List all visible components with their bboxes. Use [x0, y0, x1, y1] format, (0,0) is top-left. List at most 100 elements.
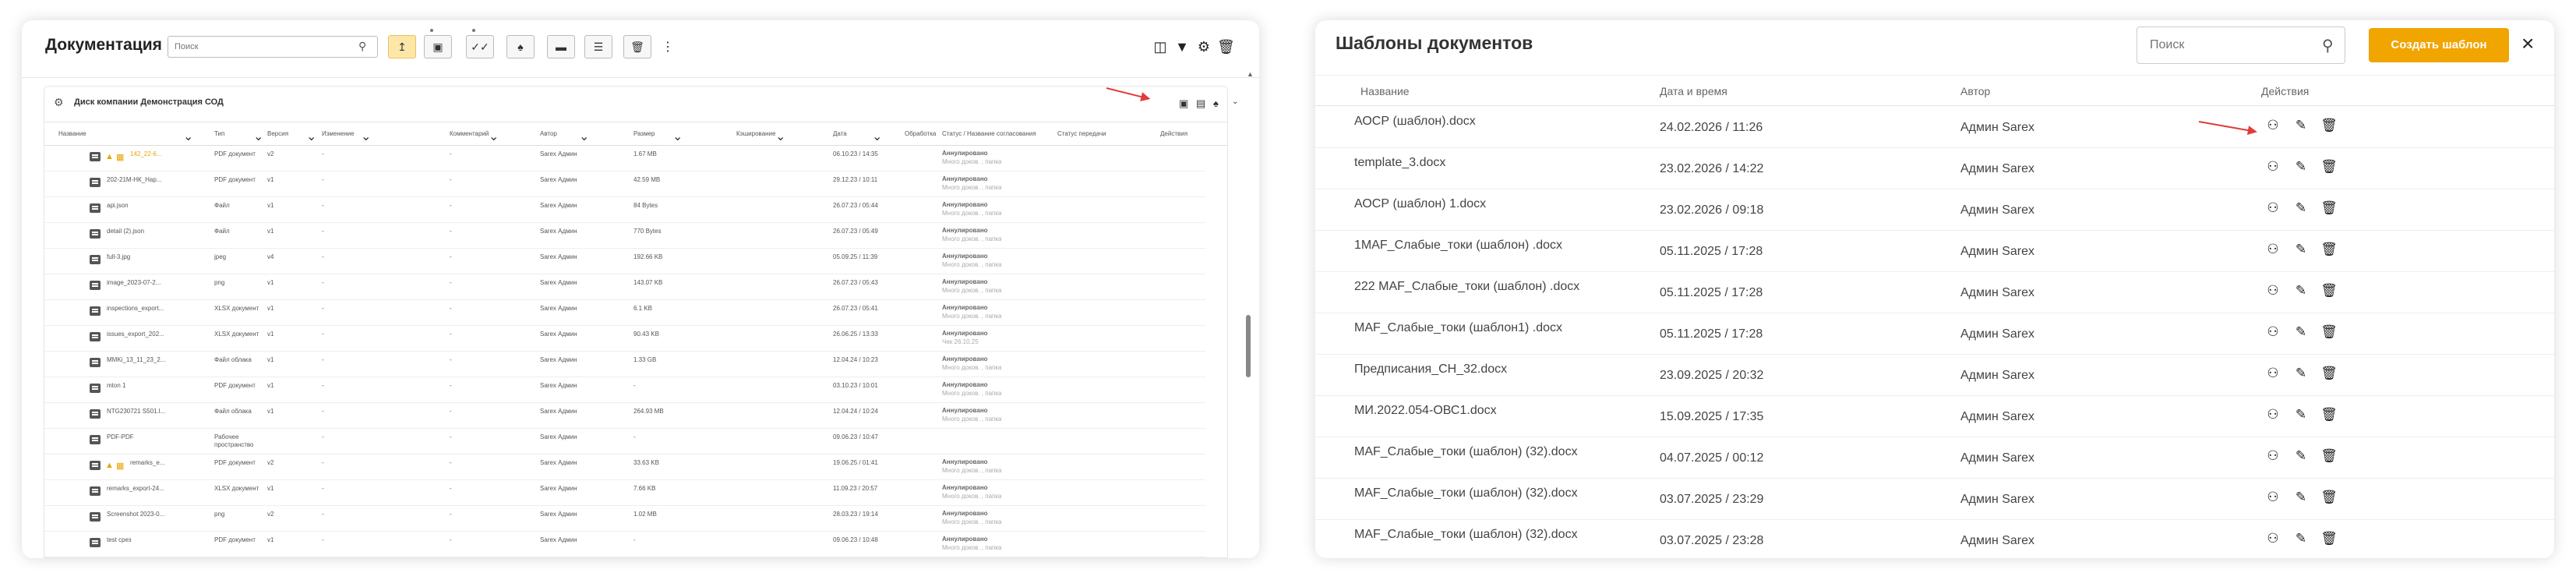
users-icon[interactable]: ♠ [1213, 97, 1219, 109]
panel-toggle-icon[interactable]: ◫ [1152, 39, 1169, 55]
table-row[interactable]: 222 MAF_Слабые_токи (шаблон) .docx 05.11.… [1315, 272, 2554, 313]
database-button[interactable]: ☰ [584, 35, 612, 58]
table-row[interactable]: remarks_export-24... XLSX документ v1 - - Sar… [44, 480, 1205, 506]
edit-icon[interactable]: ✎ [2292, 283, 2310, 299]
table-row[interactable]: MAF_Слабые_токи (шаблон1) .docx 05.11.202… [1315, 313, 2554, 355]
table-row[interactable]: ▲ ▦ remarks_e... PDF документ v2 - - Sarex Адми… [44, 454, 1205, 480]
search-input[interactable] [2137, 27, 2345, 64]
table-row[interactable]: test_cl copy-002.lasФайл облакаv1--Sarex… [44, 557, 1205, 558]
scroll-up-icon[interactable]: ▲ [1247, 70, 1256, 78]
generate-icon[interactable]: ⚇ [2264, 448, 2281, 464]
generate-icon[interactable]: ⚇ [2264, 366, 2281, 381]
create-template-button[interactable]: Создать шаблон [2369, 28, 2509, 62]
trash-icon[interactable]: 🗑 [2320, 531, 2338, 546]
table-row[interactable]: Screenshot 2023-0... png v2 - - Sarex Админ 1.… [44, 506, 1205, 532]
edit-icon[interactable]: ✎ [2292, 200, 2310, 216]
table-row[interactable]: api.json Файл v1 - - Sarex Админ 84 Bytes 26.07… [44, 197, 1205, 223]
generate-icon[interactable]: ⚇ [2264, 490, 2281, 505]
template-icon[interactable]: ▤ [1196, 97, 1205, 110]
table-row[interactable]: МИ.2022.054-ОВС1.docx 15.09.2025 / 17:35 А… [1315, 396, 2554, 437]
table-row[interactable]: MAF_Слабые_токи (шаблон) (32).docx 04.07.… [1315, 437, 2554, 479]
trash-icon[interactable]: 🗑 [2320, 283, 2338, 299]
more-icon[interactable]: ⋮ [659, 39, 676, 55]
generate-icon[interactable]: ⚇ [2264, 407, 2281, 423]
edit-icon[interactable]: ✎ [2292, 490, 2310, 505]
search-icon[interactable]: ⚲ [358, 40, 371, 52]
table-row[interactable]: MAF_Слабые_токи (шаблон) (32).docx 03.07.… [1315, 479, 2554, 520]
col-header[interactable]: Автор [540, 130, 557, 137]
edit-icon[interactable]: ✎ [2292, 324, 2310, 340]
table-row[interactable]: PDF-PDF Рабочее пространство - - Sarex Админ… [44, 429, 1205, 454]
edit-icon[interactable]: ✎ [2292, 407, 2310, 423]
chevron-down-icon: ⌄ [361, 130, 372, 143]
col-header[interactable]: Название [58, 130, 86, 137]
col-header[interactable]: Статус передачи [1057, 130, 1106, 137]
generate-icon[interactable]: ⚇ [2264, 200, 2281, 216]
stamp-button[interactable]: ▬ [547, 35, 575, 58]
generate-icon[interactable]: ⚇ [2264, 159, 2281, 175]
trash-icon[interactable]: 🗑 [2320, 324, 2338, 340]
delete-button[interactable]: 🗑 [623, 35, 651, 58]
trash-icon[interactable]: 🗑 [2320, 242, 2338, 257]
edit-icon[interactable]: ✎ [2292, 531, 2310, 546]
table-row[interactable]: issues_export_202... XLSX документ v1 - - Sar… [44, 326, 1205, 352]
table-row[interactable]: 202-21М-НК_Нар... PDF документ v1 - - Sarex А… [44, 172, 1205, 197]
template-name: MAF_Слабые_токи (шаблон) (32).docx [1354, 445, 1578, 458]
table-row[interactable]: template_3.docx 23.02.2026 / 14:22 Админ S… [1315, 148, 2554, 189]
col-header[interactable]: Действия [1160, 130, 1187, 137]
col-header[interactable]: Тип [214, 130, 224, 137]
edit-icon[interactable]: ✎ [2292, 242, 2310, 257]
col-header[interactable]: Версия [267, 130, 288, 137]
edit-icon[interactable]: ✎ [2292, 448, 2310, 464]
new-folder-button[interactable]: ▣ [424, 35, 452, 58]
trash-icon[interactable]: 🗑 [2320, 366, 2338, 381]
share-button[interactable]: ♠ [506, 35, 535, 58]
trash-icon[interactable]: 🗑 [2320, 490, 2338, 505]
chevron-down-icon[interactable]: ⌄ [1232, 97, 1238, 106]
edit-icon[interactable]: ✎ [2292, 118, 2310, 133]
col-header[interactable]: Статус / Название согласования [942, 130, 1036, 137]
col-header[interactable]: Обработка [905, 130, 936, 137]
upload-button[interactable]: ↥ [388, 35, 416, 58]
table-row[interactable]: MAF_Слабые_токи (шаблон) (32).docx 03.07.… [1315, 520, 2554, 558]
scrollbar-thumb[interactable] [1246, 315, 1251, 377]
filter-icon[interactable]: ▼ [1173, 39, 1191, 55]
table-row[interactable]: NTG230721 S501.l... Файл облака v1 - - Sarex … [44, 403, 1205, 429]
table-row[interactable]: АОСР (шаблон).docx 24.02.2026 / 11:26 Адми… [1315, 107, 2554, 148]
generate-icon[interactable]: ⚇ [2264, 531, 2281, 546]
file-icon[interactable]: ▣ [1179, 97, 1188, 110]
close-icon[interactable]: × [2521, 31, 2534, 56]
table-row[interactable]: image_2023-07-2... png v1 - - Sarex Админ 143.… [44, 274, 1205, 300]
table-row[interactable]: Предписания_СН_32.docx 23.09.2025 / 20:32… [1315, 355, 2554, 396]
trash-icon[interactable]: 🗑 [2320, 448, 2338, 464]
table-row[interactable]: ▲ ▦ 142_22-6... PDF документ v2 - - Sarex Админ… [44, 146, 1205, 172]
edit-icon[interactable]: ✎ [2292, 159, 2310, 175]
trash-icon[interactable]: 🗑 [1217, 39, 1235, 55]
table-row[interactable]: АОСР (шаблон) 1.docx 23.02.2026 / 09:18 Ад… [1315, 189, 2554, 231]
trash-icon[interactable]: 🗑 [2320, 118, 2338, 133]
col-header[interactable]: Изменение [322, 130, 355, 137]
col-header[interactable]: Размер [633, 130, 655, 137]
col-header[interactable]: Кэширование [736, 130, 775, 137]
generate-icon[interactable]: ⚇ [2264, 242, 2281, 257]
table-row[interactable]: mton 1 PDF документ v1 - - Sarex Админ - 03.10.… [44, 377, 1205, 403]
table-row[interactable]: test срез PDF документ v1 - - Sarex Админ - 09.… [44, 532, 1205, 557]
approve-button[interactable]: ✓✓ [466, 35, 494, 58]
trash-icon[interactable]: 🗑 [2320, 407, 2338, 423]
table-row[interactable]: inspections_export... XLSX документ v1 - - Sa… [44, 300, 1205, 326]
search-icon[interactable]: ⚲ [2322, 36, 2334, 55]
edit-icon[interactable]: ✎ [2292, 366, 2310, 381]
col-header[interactable]: Дата [833, 130, 847, 137]
col-header[interactable]: Комментарий [450, 130, 489, 137]
generate-icon[interactable]: ⚇ [2264, 118, 2281, 133]
generate-icon[interactable]: ⚇ [2264, 283, 2281, 299]
table-row[interactable]: MMKi_13_11_23_2... Файл облака v1 - - Sarex А… [44, 352, 1205, 377]
table-row[interactable]: detail (2).json Файл v1 - - Sarex Админ 770 By… [44, 223, 1205, 249]
table-row[interactable]: full-3.jpg jpeg v4 - - Sarex Админ 192.66 KB 05… [44, 249, 1205, 274]
gear-icon[interactable]: ⚙ [1195, 39, 1212, 55]
trash-icon[interactable]: 🗑 [2320, 200, 2338, 216]
generate-icon[interactable]: ⚇ [2264, 324, 2281, 340]
trash-icon[interactable]: 🗑 [2320, 159, 2338, 175]
table-row[interactable]: 1MAF_Слабые_токи (шаблон) .docx 05.11.202… [1315, 231, 2554, 272]
search-input[interactable] [168, 36, 378, 58]
